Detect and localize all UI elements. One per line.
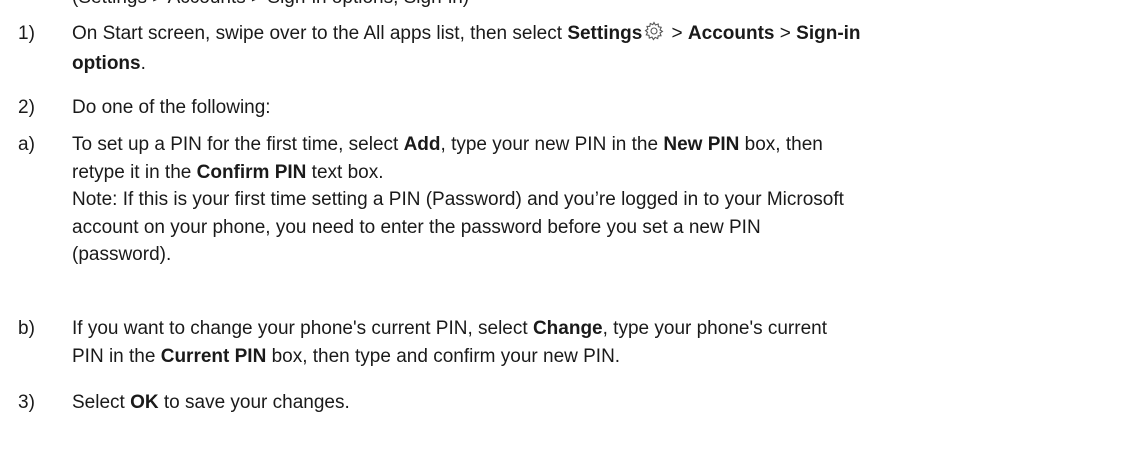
- text-run: retype it in the: [72, 161, 197, 183]
- step-1-text: On Start screen, swipe over to the All a…: [72, 20, 1112, 77]
- text-run: box, then: [739, 134, 823, 155]
- ok-label: OK: [130, 392, 159, 413]
- text-run: text box.: [306, 161, 384, 183]
- text-run: To set up a PIN for the first time, sele…: [72, 134, 404, 155]
- step-b-line-2: PIN in the Current PIN box, then type an…: [72, 343, 1112, 371]
- step-marker: b): [18, 318, 35, 339]
- accounts-label: Accounts: [687, 23, 775, 44]
- step-3-text: Select OK to save your changes.: [72, 389, 1112, 417]
- step-3-line: Select OK to save your changes.: [72, 389, 1112, 417]
- step-marker: a): [18, 134, 35, 155]
- step-a-line-1: To set up a PIN for the first time, sele…: [72, 131, 1112, 159]
- step-2-line: Do one of the following:: [72, 97, 271, 118]
- step-2-text: Do one of the following:: [72, 94, 1112, 122]
- step-b-text: If you want to change your phone's curre…: [72, 315, 1112, 370]
- text-run: .: [140, 52, 146, 74]
- text-run: PIN in the: [72, 345, 161, 367]
- text-run: , type your phone's current: [602, 318, 827, 339]
- step-marker: 2): [18, 97, 35, 118]
- text-run: box, then type and confirm your new PIN.: [266, 345, 621, 367]
- text-run: >: [666, 23, 688, 44]
- current-pin-label: Current PIN: [160, 345, 267, 367]
- signin-label: Sign-in: [796, 23, 861, 44]
- new-pin-label: New PIN: [663, 134, 740, 155]
- step-marker: 1): [18, 23, 35, 44]
- text-run: On Start screen, swipe over to the All a…: [72, 23, 568, 44]
- text-run: Select: [72, 392, 131, 413]
- text-run: >: [774, 23, 797, 44]
- note-line-2: account on your phone, you need to enter…: [72, 216, 761, 238]
- text-run: , type your new PIN in the: [440, 134, 664, 155]
- settings-gear-icon: [644, 21, 664, 50]
- step-marker: 3): [18, 392, 35, 413]
- text-run: If you want to change your phone's curre…: [72, 318, 533, 339]
- step-1-line-1: On Start screen, swipe over to the All a…: [72, 20, 1112, 50]
- settings-label: Settings: [567, 23, 643, 44]
- step-a-line-2: retype it in the Confirm PIN text box.: [72, 159, 1112, 187]
- options-label: options: [72, 52, 141, 74]
- note-line-1: Note: If this is your first time setting…: [72, 189, 844, 211]
- add-label: Add: [403, 134, 441, 155]
- text-run: to save your changes.: [158, 392, 350, 413]
- step-b-line-1: If you want to change your phone's curre…: [72, 315, 1112, 343]
- clipped-top-line: (Settings > Accounts > Sign-in options, …: [72, 0, 469, 12]
- step-a-text: To set up a PIN for the first time, sele…: [72, 131, 1112, 269]
- step-1-line-2: options.: [72, 50, 1112, 78]
- change-label: Change: [532, 318, 603, 339]
- note-line-3: (password).: [72, 244, 172, 266]
- confirm-pin-label: Confirm PIN: [196, 161, 307, 183]
